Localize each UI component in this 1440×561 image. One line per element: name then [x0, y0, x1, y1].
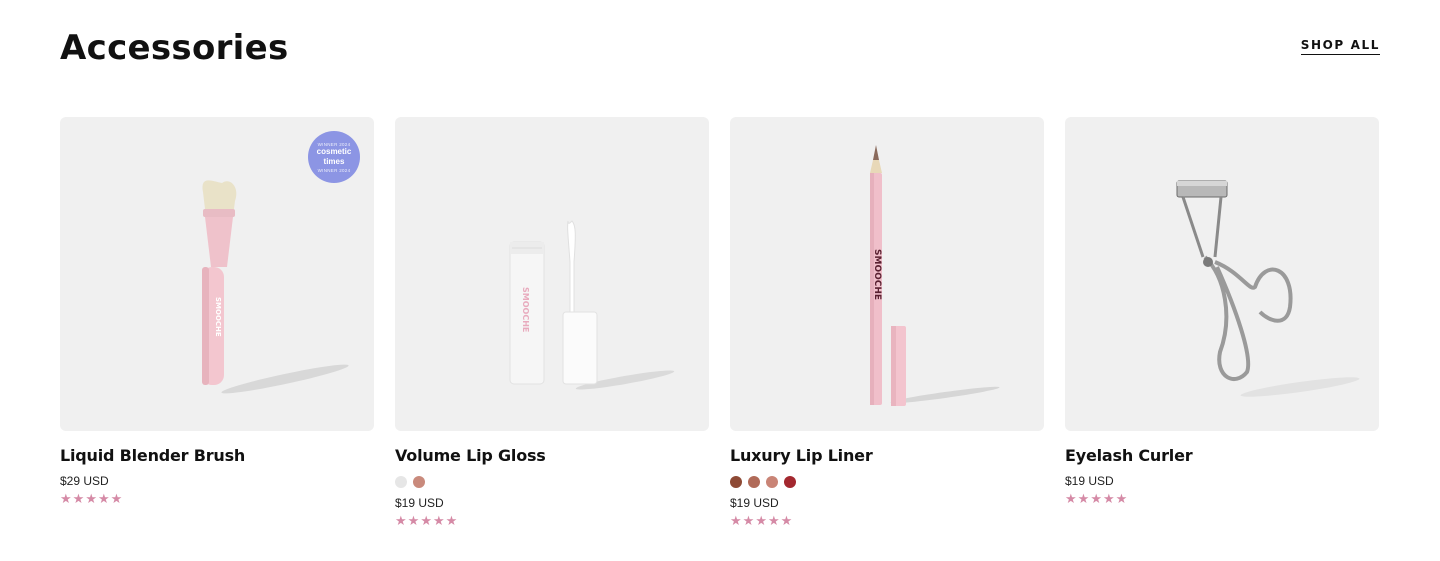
- star-icon: ★: [730, 513, 742, 528]
- star-icon: ★: [60, 491, 72, 506]
- star-icon: ★: [1102, 491, 1115, 506]
- product-price: $19 USD: [395, 496, 444, 510]
- rating-stars: ★ ★ ★ ★ ★: [395, 514, 709, 527]
- star-icon: ★: [432, 513, 445, 528]
- color-swatch[interactable]: [766, 476, 778, 488]
- product-image[interactable]: SMOOCHE: [730, 117, 1044, 431]
- product-name[interactable]: Luxury Lip Liner: [730, 446, 1044, 465]
- star-icon: ★: [742, 513, 755, 528]
- eyelash-curler-icon: [1176, 180, 1360, 397]
- lip-gloss-icon: SMOOCHE: [509, 220, 675, 390]
- product-grid: SMOOCHE WINNER 2024 cosmetic times WINNE…: [60, 117, 1380, 527]
- star-icon: ★: [395, 513, 407, 528]
- star-icon: ★: [1065, 491, 1077, 506]
- star-icon: ★: [755, 513, 767, 528]
- product-name[interactable]: Eyelash Curler: [1065, 446, 1379, 465]
- product-image[interactable]: SMOOCHE: [395, 117, 709, 431]
- lip-liner-pencil-icon: SMOOCHE: [870, 145, 1000, 406]
- svg-text:SMOOCHE: SMOOCHE: [214, 297, 222, 337]
- product-image[interactable]: SMOOCHE WINNER 2024 cosmetic times WINNE…: [60, 117, 374, 431]
- rating-stars: ★ ★ ★ ★ ★: [1065, 492, 1379, 505]
- star-icon: ★: [97, 491, 110, 506]
- product-card[interactable]: Eyelash Curler $19 USD ★ ★ ★ ★ ★: [1065, 117, 1379, 527]
- svg-text:SMOOCHE: SMOOCHE: [521, 287, 530, 332]
- product-card[interactable]: SMOOCHE Volume Lip Gloss $19 USD ★ ★ ★ ★…: [395, 117, 709, 527]
- rating-stars: ★ ★ ★ ★ ★: [60, 492, 374, 505]
- product-image[interactable]: [1065, 117, 1379, 431]
- star-icon: ★: [780, 513, 793, 528]
- star-icon: ★: [1077, 491, 1090, 506]
- product-name[interactable]: Liquid Blender Brush: [60, 446, 374, 465]
- color-swatch[interactable]: [395, 476, 407, 488]
- product-price: $19 USD: [730, 496, 779, 510]
- star-icon: ★: [407, 513, 420, 528]
- star-icon: ★: [420, 513, 432, 528]
- color-swatch[interactable]: [730, 476, 742, 488]
- svg-text:SMOOCHE: SMOOCHE: [872, 249, 882, 300]
- star-icon: ★: [72, 491, 85, 506]
- star-icon: ★: [110, 491, 123, 506]
- star-icon: ★: [1115, 491, 1128, 506]
- section-title: Accessories: [60, 28, 289, 68]
- star-icon: ★: [767, 513, 780, 528]
- product-price: $19 USD: [1065, 474, 1114, 488]
- star-icon: ★: [1090, 491, 1102, 506]
- award-badge: WINNER 2024 cosmetic times WINNER 2024: [308, 131, 360, 183]
- product-name[interactable]: Volume Lip Gloss: [395, 446, 709, 465]
- product-card[interactable]: SMOOCHE Luxury Lip Liner $19 USD ★ ★ ★ ★…: [730, 117, 1044, 527]
- shop-all-link[interactable]: SHOP ALL: [1300, 38, 1380, 55]
- color-swatches: [395, 476, 709, 488]
- color-swatches: [730, 476, 1044, 488]
- star-icon: ★: [85, 491, 97, 506]
- color-swatch[interactable]: [784, 476, 796, 488]
- product-card[interactable]: SMOOCHE WINNER 2024 cosmetic times WINNE…: [60, 117, 374, 527]
- color-swatch[interactable]: [413, 476, 425, 488]
- star-icon: ★: [445, 513, 458, 528]
- rating-stars: ★ ★ ★ ★ ★: [730, 514, 1044, 527]
- color-swatch[interactable]: [748, 476, 760, 488]
- product-price: $29 USD: [60, 474, 109, 488]
